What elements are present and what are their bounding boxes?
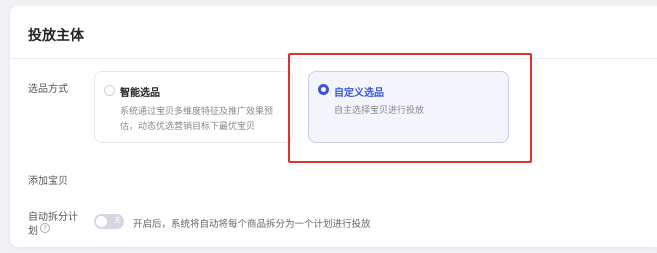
smart-selection-option[interactable]: 智能选品 系统通过宝贝多维度特征及推广效果预 估，动态优选营销目标下最优宝贝 [94,71,293,143]
question-circle-icon[interactable]: ? [40,223,50,233]
smart-selection-desc-line1: 系统通过宝贝多维度特征及推广效果预 [120,107,274,117]
smart-selection-desc-line2: 估，动态优选营销目标下最优宝贝 [120,122,256,132]
selection-method-label: 选品方式 [28,84,68,95]
auto-split-label-line1: 自动拆分计 [28,212,78,223]
toggle-state-text: 关 [114,216,121,224]
auto-split-toggle[interactable]: 关 [94,214,124,229]
smart-selection-title: 智能选品 [120,88,160,99]
radio-unchecked-icon[interactable] [104,85,115,96]
auto-split-label-line2: 划 [28,226,38,237]
section-title: 投放主体 [28,28,84,44]
highlight-box [288,53,532,163]
toggle-knob [96,216,107,227]
auto-split-description: 开启后，系统将自动将每个商品拆分为一个计划进行投放 [133,219,371,230]
add-product-label: 添加宝贝 [28,176,68,187]
